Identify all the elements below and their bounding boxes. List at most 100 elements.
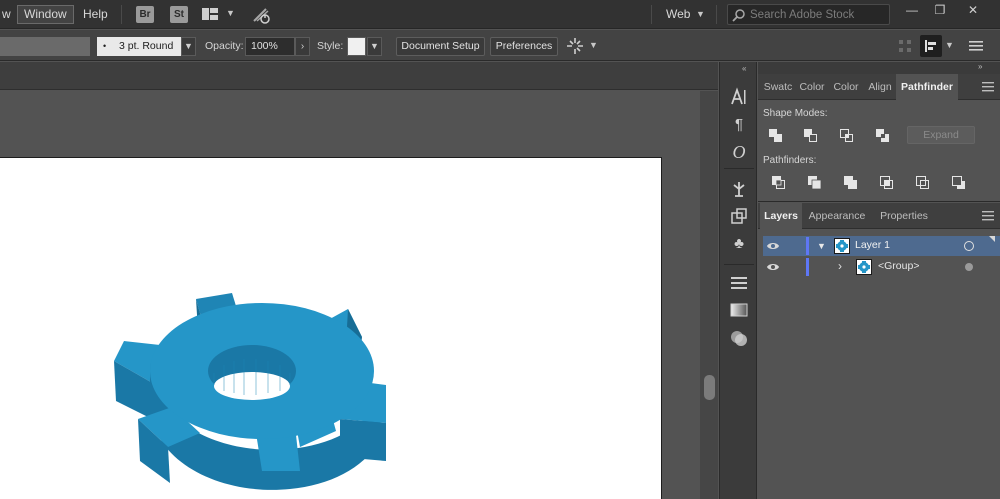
stroke-weight-field[interactable] [0,37,90,56]
collapse-arrows-icon[interactable]: « [742,64,746,73]
expand-button[interactable]: Expand [907,126,975,144]
layer-color-bar [806,237,809,255]
search-input[interactable] [750,7,885,22]
arrange-documents-icon[interactable] [202,7,218,21]
divider [758,201,1000,202]
right-panel-dock: » Swatc Color Color Align Pathfinder Sha… [758,62,1000,499]
gradient-icon[interactable] [728,299,750,321]
divide-icon[interactable] [769,173,789,193]
opentype-icon[interactable]: O [728,141,750,163]
puppet-icon[interactable] [728,178,750,200]
preferences-button[interactable]: Preferences [490,37,558,56]
group-name[interactable]: <Group> [878,260,919,272]
layer-thumbnail [834,238,850,254]
visibility-eye-icon[interactable] [766,261,780,273]
type-icon[interactable] [728,86,750,108]
stroke-dot: • [103,41,107,51]
control-bar: • 3 pt. Round ▼ Opacity: 100% › Style: ▼… [0,30,1000,61]
menu-window[interactable]: Window [17,5,74,24]
target-circle-icon[interactable] [965,263,973,271]
style-label: Style: [317,40,344,52]
tab-color[interactable]: Color [796,74,828,100]
minus-back-icon[interactable] [949,173,969,193]
opacity-field[interactable]: 100% [245,37,295,56]
expand-arrows-icon[interactable]: » [978,62,982,71]
chevron-down-icon[interactable]: ▼ [696,9,705,19]
transform-grid-icon[interactable] [898,39,912,53]
selection-corner-icon [989,236,995,242]
scrollbar-thumb[interactable] [704,375,715,400]
panel-icon-strip: « ¶ O ♣ [719,62,757,499]
menu-icon[interactable] [969,40,983,52]
shape-modes-label: Shape Modes: [763,108,828,119]
panel-menu-icon[interactable] [982,211,994,221]
chevron-down-icon[interactable]: ▼ [589,40,598,50]
stroke-profile-value: 3 pt. Round [119,40,174,52]
style-dropdown[interactable]: ▼ [367,37,382,56]
restore-button[interactable]: ❐ [925,0,955,20]
stroke-profile-dropdown[interactable]: ▼ [181,37,196,56]
align-panel-icon[interactable] [920,35,942,57]
stock-icon[interactable]: St [170,6,188,23]
outline-icon[interactable] [913,173,933,193]
group-thumbnail [856,259,872,275]
divider [724,168,754,169]
minimize-button[interactable]: — [897,0,927,20]
bridge-icon[interactable]: Br [136,6,154,23]
tab-pathfinder[interactable]: Pathfinder [896,74,958,100]
panel-menu-icon[interactable] [982,82,994,92]
stroke-icon[interactable] [728,272,750,294]
chevron-right-icon[interactable]: › [295,37,310,56]
divider [651,5,652,24]
layer-row[interactable]: ▼ Layer 1 [763,236,1000,256]
stroke-profile-field[interactable]: • 3 pt. Round [97,37,181,56]
trim-icon[interactable] [805,173,825,193]
graphic-style-swatch[interactable] [347,37,366,56]
minus-front-icon[interactable] [801,126,821,146]
chevron-down-icon[interactable]: ▼ [817,241,826,251]
tab-align[interactable]: Align [864,74,896,100]
close-button[interactable]: ✕ [958,0,988,20]
layer-name[interactable]: Layer 1 [855,239,890,251]
vertical-scrollbar[interactable] [700,91,718,499]
merge-icon[interactable] [841,173,861,193]
intersect-icon[interactable] [837,126,857,146]
chevron-down-icon[interactable]: ▼ [945,40,954,50]
tab-color-guide[interactable]: Color [830,74,862,100]
tab-swatches[interactable]: Swatc [762,74,794,100]
document-setup-button[interactable]: Document Setup [396,37,485,56]
target-circle-icon[interactable] [964,241,974,251]
tab-appearance[interactable]: Appearance [804,203,870,229]
visibility-eye-icon[interactable] [766,240,780,252]
gear-artwork[interactable] [0,158,662,499]
chevron-right-icon[interactable]: › [838,259,842,273]
puppet-warp-icon[interactable] [566,37,584,55]
crop-icon[interactable] [877,173,897,193]
stock-search-box[interactable] [727,4,890,25]
artboard[interactable] [0,157,662,499]
menu-view[interactable]: w [0,5,17,24]
tab-properties[interactable]: Properties [872,203,936,229]
layers-tab-row: Layers Appearance Properties [758,203,1000,229]
menu-help[interactable]: Help [77,5,114,24]
paragraph-icon[interactable]: ¶ [728,114,750,136]
chevron-down-icon[interactable]: ▼ [226,8,235,18]
workspace-switcher[interactable]: Web [660,5,696,24]
search-icon [732,8,746,22]
exclude-icon[interactable] [873,126,893,146]
opacity-label: Opacity: [205,40,244,52]
symbols-icon[interactable]: ♣ [728,233,750,255]
document-tab-bar [0,62,718,90]
pathfinders-label: Pathfinders: [763,155,817,166]
transparency-icon[interactable] [728,327,750,349]
divider [121,5,122,24]
tab-layers[interactable]: Layers [760,203,802,229]
transform-icon[interactable] [728,205,750,227]
layer-row[interactable]: › <Group> [763,257,1000,277]
divider [724,264,754,265]
divider [716,5,717,24]
unite-icon[interactable] [766,126,786,146]
pathfinder-tab-row: Swatc Color Color Align Pathfinder [758,74,1000,100]
gpu-performance-icon[interactable] [251,5,271,25]
layer-color-bar [806,258,809,276]
